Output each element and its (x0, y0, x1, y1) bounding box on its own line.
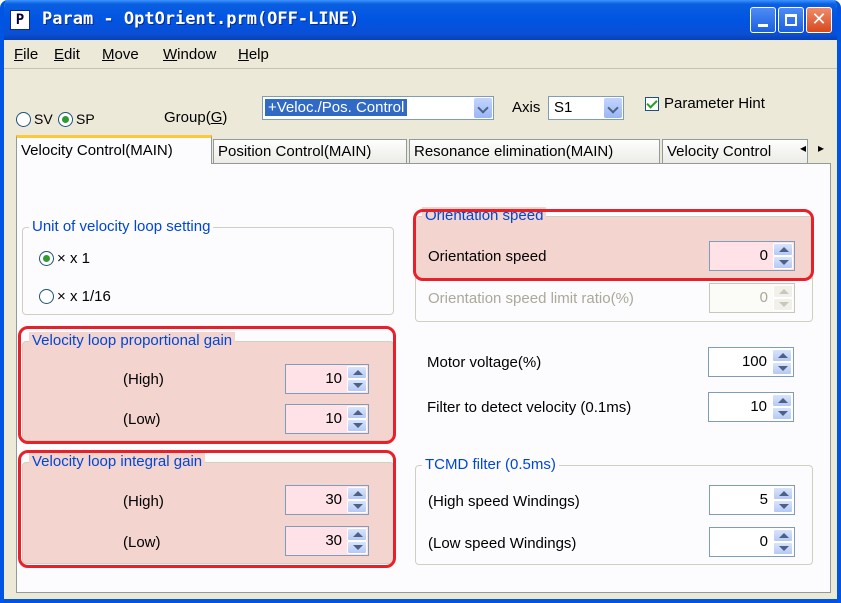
close-button[interactable]: ✕ (806, 7, 832, 33)
spin-down-icon[interactable] (773, 500, 793, 513)
window-title: Param - OptOrient.prm(OFF-LINE) (42, 9, 360, 29)
spin-up-icon[interactable] (773, 487, 793, 500)
tcmd-low-value: 0 (759, 533, 768, 550)
tab-velocity-control-main[interactable]: Velocity Control(MAIN) (16, 135, 212, 164)
tab-scroll-right-icon[interactable]: ▸ (812, 137, 830, 159)
motor-voltage-label: Motor voltage(%) (427, 354, 542, 371)
group-label: Group(G) (164, 109, 228, 126)
spinner-arrows (773, 285, 793, 311)
axis-label: Axis (512, 99, 541, 116)
unit-x1-label: × x 1 (57, 250, 90, 267)
minimize-button[interactable] (750, 7, 776, 33)
spin-up-icon (773, 285, 793, 298)
filter-velocity-spinner[interactable]: 10 (708, 392, 794, 422)
sv-radio[interactable] (16, 112, 31, 127)
parameter-hint-label: Parameter Hint (664, 95, 765, 112)
filter-velocity-value: 10 (750, 398, 767, 415)
group-select-value: +Veloc./Pos. Control (263, 98, 409, 117)
menu-move[interactable]: Move (102, 46, 139, 63)
tab-scroll-buttons: ◂ ▸ (794, 137, 830, 159)
group-select[interactable]: +Veloc./Pos. Control (262, 96, 494, 120)
spin-down-icon (773, 298, 793, 311)
parameter-hint-checkbox[interactable] (645, 97, 659, 111)
tab-strip: Velocity Control(MAIN) Position Control(… (16, 135, 837, 164)
menu-bar: File Edit Move Window Help (4, 40, 837, 69)
sp-radio[interactable] (58, 112, 73, 127)
highlight-frame (18, 326, 396, 444)
orientation-limit-value: 0 (759, 289, 768, 306)
tcmd-high-spinner[interactable]: 5 (709, 485, 795, 515)
orientation-limit-spinner: 0 (709, 283, 795, 313)
menu-file[interactable]: File (14, 46, 38, 63)
close-icon: ✕ (811, 9, 827, 30)
menu-edit[interactable]: Edit (54, 46, 80, 63)
param-window: P Param - OptOrient.prm(OFF-LINE) ✕ File… (0, 0, 841, 603)
unit-velocity-loop-title: Unit of velocity loop setting (29, 218, 214, 235)
unit-x1-16-label: × x 1/16 (57, 288, 111, 305)
spin-down-icon[interactable] (773, 542, 793, 555)
menu-window[interactable]: Window (163, 46, 216, 63)
unit-x1-16-radio[interactable] (39, 289, 54, 304)
chevron-down-icon[interactable] (604, 98, 622, 118)
tcmd-low-label: (Low speed Windings) (428, 535, 577, 552)
motor-voltage-spinner[interactable]: 100 (708, 347, 794, 377)
tab-scroll-left-icon[interactable]: ◂ (794, 137, 812, 159)
menu-help[interactable]: Help (238, 46, 269, 63)
tab-panel: Unit of velocity loop setting × x 1 × x … (16, 163, 831, 593)
toolbar: SV SP Group(G) +Veloc./Pos. Control Axis… (4, 69, 837, 135)
app-icon: P (10, 10, 30, 30)
spinner-arrows (772, 394, 792, 420)
unit-velocity-loop-group: Unit of velocity loop setting × x 1 × x … (22, 218, 394, 315)
tab-position-control-main[interactable]: Position Control(MAIN) (213, 139, 407, 163)
tcmd-low-spinner[interactable]: 0 (709, 527, 795, 557)
maximize-icon (785, 14, 797, 26)
maximize-button[interactable] (778, 7, 804, 33)
tab-velocity-control[interactable]: Velocity Control (662, 139, 808, 163)
axis-select[interactable]: S1 (548, 96, 624, 120)
tcmd-filter-title: TCMD filter (0.5ms) (422, 456, 559, 473)
spinner-arrows (773, 529, 793, 555)
motor-voltage-value: 100 (741, 353, 767, 370)
axis-select-value: S1 (554, 99, 573, 116)
tab-resonance-elimination-main[interactable]: Resonance elimination(MAIN) (409, 139, 660, 163)
minimize-icon (758, 24, 768, 27)
unit-x1-radio[interactable] (39, 251, 54, 266)
chevron-down-icon[interactable] (474, 98, 492, 118)
orientation-limit-label: Orientation speed limit ratio(%) (428, 290, 634, 307)
sv-label: SV (34, 111, 53, 127)
spin-up-icon[interactable] (772, 349, 792, 362)
highlight-frame (413, 209, 814, 281)
spinner-arrows (772, 349, 792, 375)
tcmd-high-value: 5 (759, 491, 768, 508)
spin-down-icon[interactable] (772, 362, 792, 375)
spin-up-icon[interactable] (772, 394, 792, 407)
filter-velocity-label: Filter to detect velocity (0.1ms) (427, 399, 632, 416)
spinner-arrows (773, 487, 793, 513)
highlight-frame (18, 450, 396, 568)
title-bar[interactable]: P Param - OptOrient.prm(OFF-LINE) ✕ (4, 0, 837, 40)
spin-down-icon[interactable] (772, 407, 792, 420)
tcmd-filter-group: TCMD filter (0.5ms) (High speed Windings… (415, 456, 813, 565)
sp-label: SP (76, 111, 95, 127)
spin-up-icon[interactable] (773, 529, 793, 542)
tcmd-high-label: (High speed Windings) (428, 493, 580, 510)
